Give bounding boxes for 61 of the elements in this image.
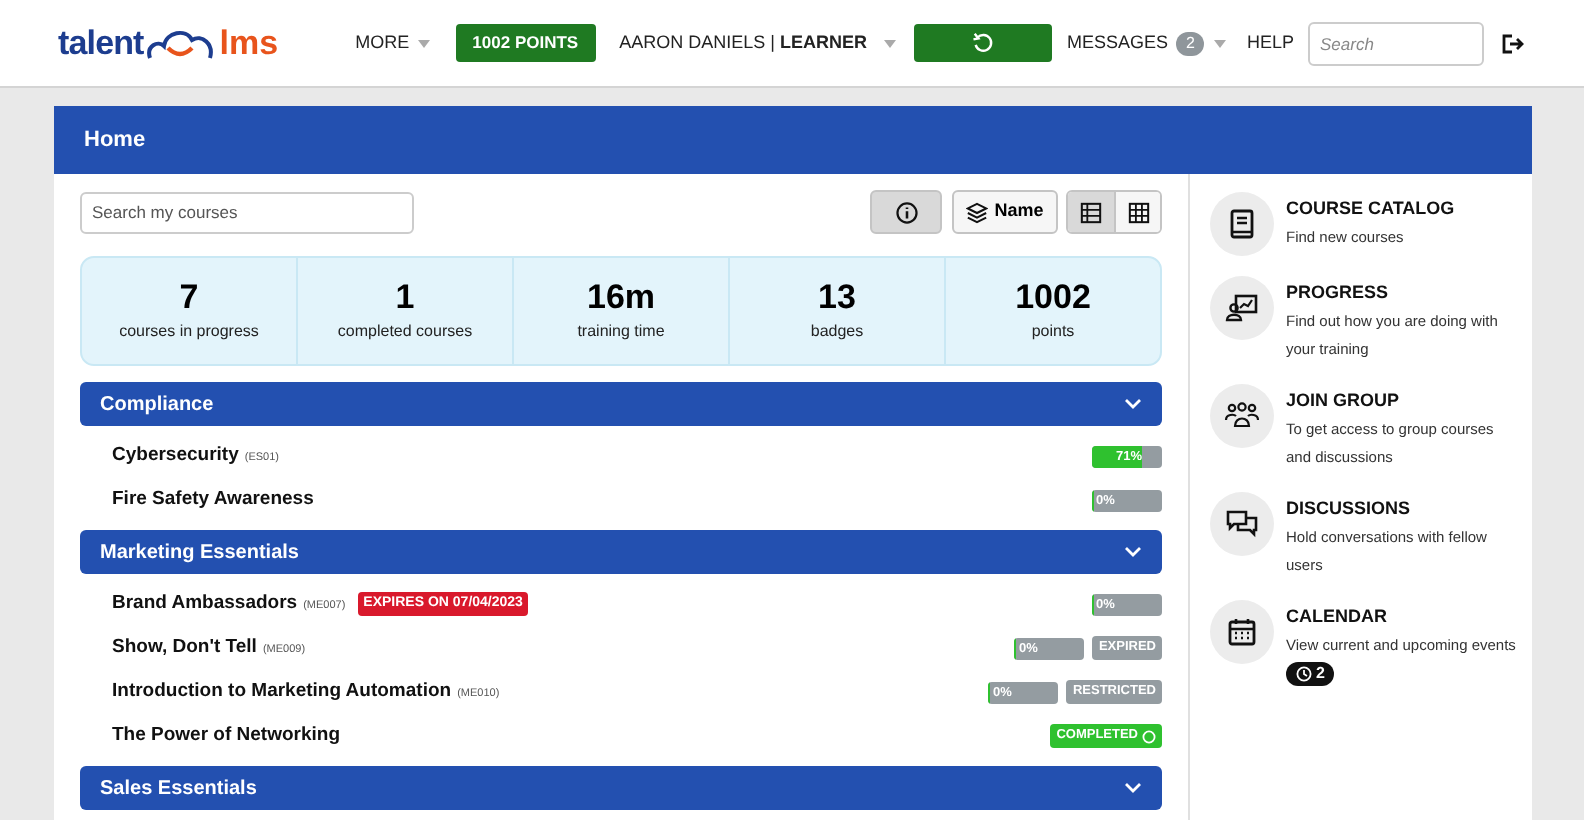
undo-icon <box>971 32 994 54</box>
sidebar-link[interactable]: COURSE CATALOG <box>1286 196 1518 220</box>
sidebar-link[interactable]: PROGRESS <box>1286 280 1518 304</box>
stat-value: 13 <box>818 278 856 318</box>
messages-menu[interactable]: MESSAGES <box>1067 29 1169 57</box>
stat-label: training time <box>577 320 665 344</box>
stat-value: 1 <box>395 278 415 318</box>
group-icon[interactable] <box>1210 384 1274 448</box>
message-count: 2 <box>1176 31 1205 55</box>
list-view-button[interactable] <box>1068 192 1114 232</box>
help-link[interactable]: HELP <box>1246 29 1294 57</box>
points-button[interactable]: 1002 POINTS <box>455 24 596 62</box>
user-menu[interactable]: AARON DANIELS | LEARNER <box>619 29 868 57</box>
search-field[interactable]: Search my courses <box>80 191 414 233</box>
more-menu[interactable]: MORE <box>355 29 430 57</box>
calendar-icon[interactable] <box>1210 600 1274 664</box>
logout-icon[interactable] <box>1502 33 1524 53</box>
circle-icon <box>1142 729 1156 743</box>
discussions-icon[interactable] <box>1210 492 1274 556</box>
sidebar-link[interactable]: DISCUSSIONS <box>1286 496 1518 520</box>
course-title[interactable]: Brand Ambassadors <box>112 589 298 619</box>
info-icon <box>895 201 917 223</box>
course-title[interactable]: Fire Safety Awareness <box>112 485 314 515</box>
event-count-badge: 2 <box>1286 662 1335 686</box>
stat-label: badges <box>810 320 864 344</box>
stat-label: courses in progress <box>119 320 259 344</box>
stat-value: 1002 <box>1015 278 1091 318</box>
sort-button[interactable]: Name <box>952 190 1058 234</box>
chevron-icon <box>1124 398 1142 410</box>
course-title[interactable]: The Power of Networking <box>112 721 341 751</box>
stat-label: completed courses <box>337 320 473 344</box>
category-header[interactable]: Compliance <box>80 382 1162 426</box>
caret-icon <box>417 39 430 47</box>
course-title[interactable]: Cybersecurity <box>112 441 239 471</box>
clock-icon <box>1296 666 1312 682</box>
caret-icon <box>1214 39 1227 47</box>
chevron-icon <box>1124 782 1142 794</box>
stat-label: points <box>1031 320 1075 344</box>
logo-text: lms <box>219 21 279 66</box>
info-button[interactable] <box>870 190 942 234</box>
page-title: Home <box>84 125 146 156</box>
course-title[interactable]: Introduction to Marketing Automation <box>112 677 452 707</box>
logo-text: talent <box>58 21 144 66</box>
caret-icon <box>883 39 896 47</box>
search-field[interactable]: Search <box>1308 21 1484 65</box>
sidebar-link[interactable]: CALENDAR <box>1286 604 1518 628</box>
stat-value: 7 <box>179 278 199 318</box>
stat-value: 16m <box>586 278 656 318</box>
grid-view-icon <box>1127 201 1149 223</box>
sidebar-link[interactable]: JOIN GROUP <box>1286 388 1518 412</box>
category-header[interactable]: Sales Essentials <box>80 766 1162 810</box>
progress-icon[interactable] <box>1210 276 1274 340</box>
undo-button[interactable] <box>913 24 1052 62</box>
chevron-icon <box>1124 546 1142 558</box>
list-view-icon <box>1080 201 1102 223</box>
course-title[interactable]: Show, Don't Tell <box>112 633 257 663</box>
cloud-smile-icon <box>145 27 218 59</box>
category-header[interactable]: Marketing Essentials <box>80 530 1162 574</box>
catalog-icon[interactable] <box>1210 192 1274 256</box>
grid-view-button[interactable] <box>1114 192 1160 232</box>
layers-icon <box>966 201 989 223</box>
